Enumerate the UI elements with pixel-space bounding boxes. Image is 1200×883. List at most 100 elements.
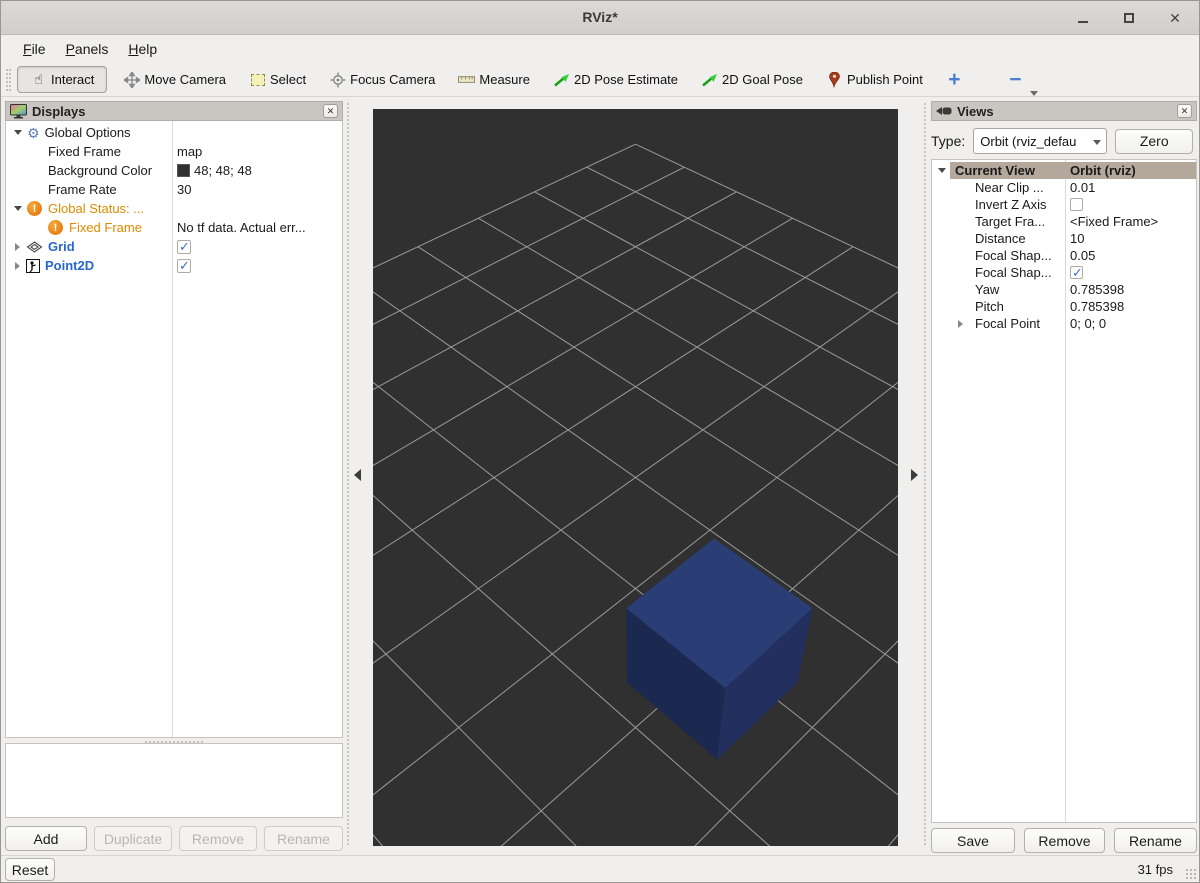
window-title: RViz*	[1, 9, 1199, 25]
rename-display-button[interactable]: Rename	[264, 826, 343, 851]
tool-measure[interactable]: Measure	[451, 66, 537, 93]
grid-enabled-checkbox[interactable]	[177, 240, 191, 254]
save-view-button[interactable]: Save	[931, 828, 1015, 853]
row-label: Point2D	[45, 258, 94, 273]
duplicate-button[interactable]: Duplicate	[94, 826, 172, 851]
tree-row-current-view[interactable]: Current View Orbit (rviz)	[932, 162, 1196, 179]
point2d-icon	[26, 259, 40, 273]
frame-rate-value[interactable]: 30	[177, 182, 340, 197]
plus-icon: +	[946, 71, 963, 88]
selection-box-icon	[249, 71, 266, 88]
tool-move-camera[interactable]: Move Camera	[116, 66, 233, 93]
row-value[interactable]: 0.785398	[1070, 282, 1194, 297]
rename-view-button[interactable]: Rename	[1114, 828, 1197, 853]
point2d-enabled-checkbox[interactable]	[177, 259, 191, 273]
collapsed-arrow-icon[interactable]	[15, 262, 20, 270]
tree-row-invert-z[interactable]: Invert Z Axis	[932, 196, 1196, 213]
add-button[interactable]: Add	[5, 826, 87, 851]
tree-row-global-status[interactable]: ! Global Status: ...	[6, 199, 342, 218]
tree-row-fixed-frame[interactable]: Fixed Frame map	[6, 142, 342, 161]
expand-arrow-icon[interactable]	[14, 130, 22, 135]
displays-buttons: Add Duplicate Remove Rename	[5, 826, 343, 851]
tree-row-yaw[interactable]: Yaw 0.785398	[932, 281, 1196, 298]
resize-grip[interactable]	[1185, 868, 1197, 880]
tool-interact[interactable]: ☝ Interact	[17, 66, 107, 93]
warning-icon: !	[48, 220, 63, 235]
tree-row-background-color[interactable]: Background Color 48; 48; 48	[6, 161, 342, 180]
remove-tool-button[interactable]: −	[1000, 66, 1031, 93]
row-label: Invert Z Axis	[975, 197, 1063, 212]
hand-icon: ☝	[30, 71, 47, 88]
color-swatch	[177, 164, 190, 177]
row-label: Focal Shap...	[975, 248, 1063, 263]
menu-file[interactable]: File	[13, 37, 56, 61]
tree-row-pitch[interactable]: Pitch 0.785398	[932, 298, 1196, 315]
tree-row-status-fixed-frame[interactable]: ! Fixed Frame No tf data. Actual err...	[6, 218, 342, 237]
tree-row-grid[interactable]: Grid	[6, 237, 342, 256]
camera-icon	[936, 106, 952, 116]
tree-row-focal-shape-fixed[interactable]: Focal Shap...	[932, 264, 1196, 281]
tool-select[interactable]: Select	[242, 66, 313, 93]
toolbar-drag-handle[interactable]	[6, 69, 11, 91]
right-panel-splitter[interactable]	[924, 103, 927, 845]
tool-focus-camera[interactable]: Focus Camera	[322, 66, 442, 93]
tool-2d-pose-estimate[interactable]: 2D Pose Estimate	[546, 66, 685, 93]
invert-z-checkbox[interactable]	[1070, 198, 1083, 211]
type-label: Type:	[931, 133, 965, 149]
background-color-value[interactable]: 48; 48; 48	[177, 163, 340, 178]
tool-publish-point[interactable]: Publish Point	[819, 66, 930, 93]
add-tool-button[interactable]: +	[939, 66, 970, 93]
row-value[interactable]: 0.05	[1070, 248, 1194, 263]
row-value[interactable]: 0; 0; 0	[1070, 316, 1194, 331]
tree-row-focal-point[interactable]: Focal Point 0; 0; 0	[932, 315, 1196, 332]
displays-close-button[interactable]: ✕	[323, 104, 338, 118]
focus-crosshair-icon	[329, 71, 346, 88]
row-value[interactable]: <Fixed Frame>	[1070, 214, 1194, 229]
menu-help[interactable]: Help	[118, 37, 167, 61]
collapse-left-arrow-icon[interactable]	[354, 469, 361, 481]
minus-icon: −	[1007, 71, 1024, 88]
expand-arrow-icon[interactable]	[938, 168, 946, 173]
left-panel-splitter[interactable]	[347, 103, 350, 845]
remove-display-button[interactable]: Remove	[179, 826, 257, 851]
views-buttons: Save Remove Rename	[931, 828, 1197, 853]
views-panel: Views ✕ Type: Orbit (rviz_defau Zero Cur…	[931, 101, 1197, 853]
chevron-down-icon	[1030, 91, 1038, 96]
focal-shape-checkbox[interactable]	[1070, 266, 1083, 279]
displays-panel: Displays ✕ ⚙ Global Options Fixed Frame …	[5, 101, 343, 853]
maximize-button[interactable]	[1119, 8, 1139, 28]
monitor-icon	[10, 104, 27, 119]
tree-row-global-options[interactable]: ⚙ Global Options	[6, 123, 342, 142]
tree-row-frame-rate[interactable]: Frame Rate 30	[6, 180, 342, 199]
collapsed-arrow-icon[interactable]	[958, 320, 963, 328]
zero-button[interactable]: Zero	[1115, 129, 1193, 154]
tree-row-target-frame[interactable]: Target Fra... <Fixed Frame>	[932, 213, 1196, 230]
tree-row-near-clip[interactable]: Near Clip ... 0.01	[932, 179, 1196, 196]
tree-row-focal-shape-size[interactable]: Focal Shap... 0.05	[932, 247, 1196, 264]
collapsed-arrow-icon[interactable]	[15, 243, 20, 251]
row-value[interactable]: 0.01	[1070, 180, 1194, 195]
reset-button[interactable]: Reset	[5, 858, 55, 881]
close-button[interactable]: ✕	[1165, 8, 1185, 28]
collapse-right-arrow-icon[interactable]	[911, 469, 918, 481]
row-label: Pitch	[975, 299, 1063, 314]
views-close-button[interactable]: ✕	[1177, 104, 1192, 118]
menu-panels[interactable]: Panels	[56, 37, 119, 61]
expand-arrow-icon[interactable]	[14, 206, 22, 211]
fixed-frame-value[interactable]: map	[177, 144, 340, 159]
row-label: Yaw	[975, 282, 1063, 297]
tree-row-point2d[interactable]: Point2D	[6, 256, 342, 275]
row-label: Grid	[48, 239, 75, 254]
tool-publish-point-label: Publish Point	[847, 72, 923, 87]
row-value[interactable]: 10	[1070, 231, 1194, 246]
remove-view-button[interactable]: Remove	[1024, 828, 1105, 853]
render-viewport[interactable]	[373, 109, 898, 846]
view-type-dropdown[interactable]: Orbit (rviz_defau	[973, 128, 1107, 154]
tool-2d-goal-pose-label: 2D Goal Pose	[722, 72, 803, 87]
row-label: Global Status: ...	[48, 201, 144, 216]
tool-2d-goal-pose[interactable]: 2D Goal Pose	[694, 66, 810, 93]
row-value[interactable]: 0.785398	[1070, 299, 1194, 314]
tree-row-distance[interactable]: Distance 10	[932, 230, 1196, 247]
close-icon: ✕	[1169, 11, 1181, 25]
minimize-button[interactable]	[1073, 8, 1093, 28]
